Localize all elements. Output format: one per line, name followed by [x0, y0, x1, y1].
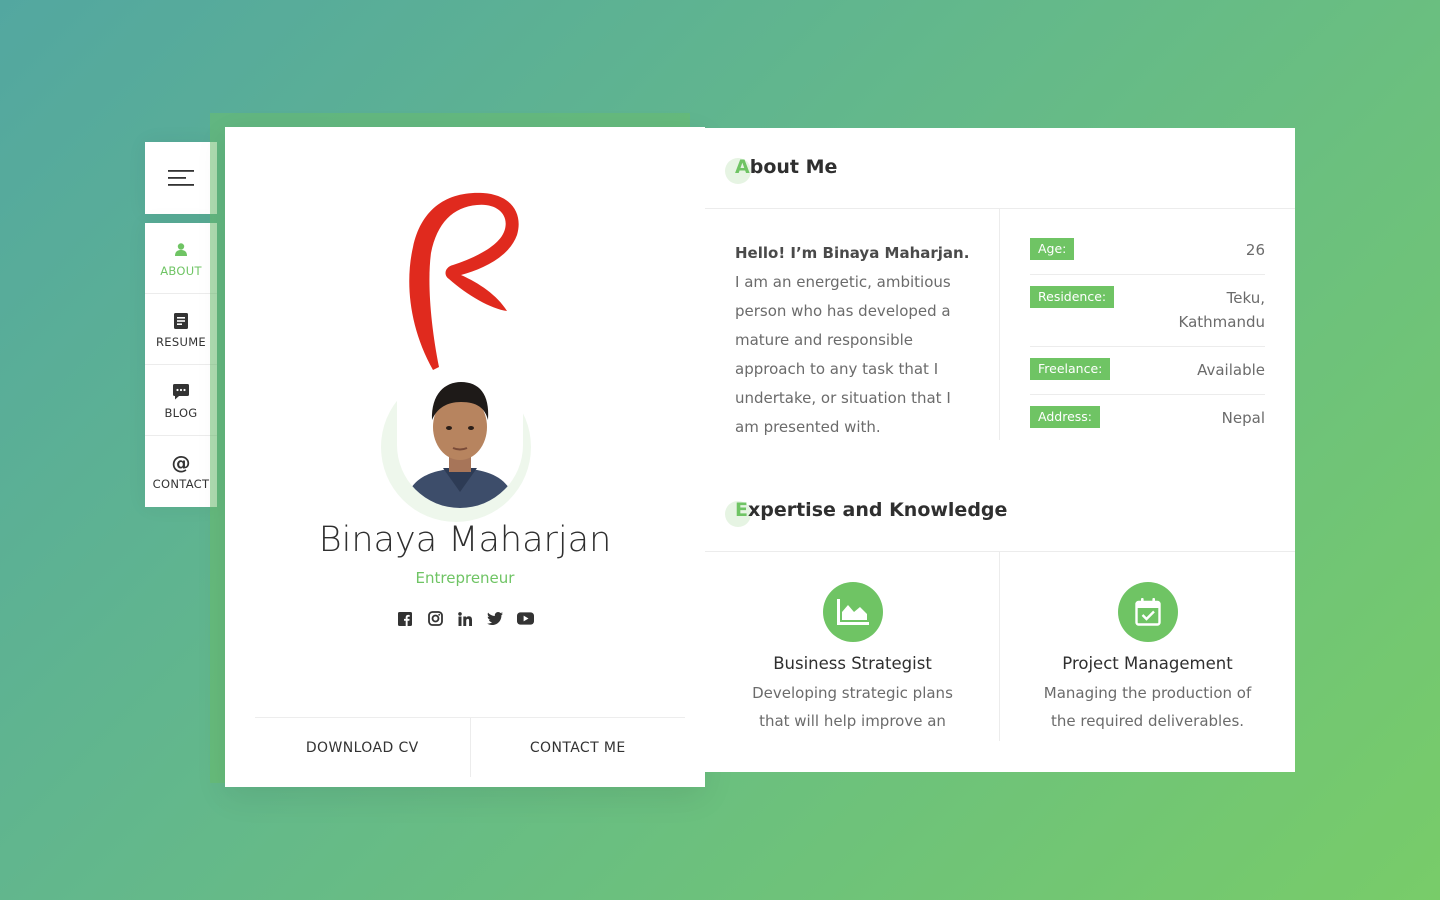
nav-label-contact: CONTACT — [152, 477, 210, 491]
social-links — [225, 610, 705, 627]
nav-item-blog[interactable]: BLOG — [145, 365, 217, 436]
avatar — [397, 372, 523, 508]
info-row: Freelance: Available — [1030, 358, 1265, 395]
divider — [705, 208, 1295, 209]
info-label: Address: — [1030, 406, 1100, 428]
twitter-icon[interactable] — [487, 610, 504, 627]
about-title-rest: bout Me — [749, 156, 838, 178]
about-panel: About Me Hello! I’m Binaya Maharjan. I a… — [705, 128, 1295, 772]
calendar-check-icon — [1117, 582, 1178, 642]
menu-toggle-button[interactable] — [145, 142, 217, 214]
side-nav: ABOUT RESUME BLOG @ CONTACT — [145, 223, 217, 507]
info-row: Address: Nepal — [1030, 406, 1265, 442]
instagram-icon[interactable] — [427, 610, 444, 627]
expertise-title-first-letter: E — [735, 499, 748, 521]
expertise-title-rest: xpertise and Knowledge — [747, 499, 1008, 521]
info-value: Teku, Kathmandu — [1178, 289, 1266, 331]
info-label: Residence: — [1030, 286, 1115, 308]
expertise-title: Business Strategist — [773, 654, 932, 673]
profile-role: Entrepreneur — [415, 569, 515, 587]
document-icon — [174, 310, 188, 332]
info-list: Age: 26 Residence: Teku, Kathmandu Freel… — [1030, 238, 1265, 453]
profile-name: Binaya Maharjan — [318, 520, 612, 560]
info-value: Available — [1197, 361, 1265, 379]
download-cv-button[interactable]: DOWNLOAD CV — [255, 718, 471, 777]
about-hello: Hello! I’m Binaya Maharjan. — [735, 244, 970, 262]
nav-label-blog: BLOG — [164, 405, 198, 420]
nav-label-about: ABOUT — [160, 263, 202, 278]
expertise-title: Project Management — [1062, 654, 1233, 673]
divider — [705, 551, 1295, 552]
linkedin-icon[interactable] — [457, 610, 474, 627]
youtube-icon[interactable] — [516, 610, 534, 627]
about-title-first-letter: A — [735, 156, 750, 178]
info-label: Freelance: — [1030, 358, 1111, 380]
info-value: 26 — [1245, 241, 1265, 259]
nav-item-contact[interactable]: @ CONTACT — [145, 436, 217, 507]
at-icon: @ — [171, 452, 191, 474]
info-row: Residence: Teku, Kathmandu — [1030, 286, 1265, 347]
facebook-icon[interactable] — [397, 610, 414, 627]
expertise-description: Developing strategic plans that will hel… — [752, 684, 953, 730]
column-divider — [999, 208, 1000, 440]
about-section-title: About Me — [725, 156, 838, 184]
info-value: Nepal — [1221, 409, 1265, 427]
chart-area-icon — [822, 582, 883, 642]
expertise-description: Managing the production of the required … — [1043, 684, 1252, 730]
hamburger-icon — [168, 170, 194, 186]
about-description: I am an energetic, ambitious person who … — [735, 273, 951, 436]
expertise-section-title: Expertise and Knowledge — [725, 499, 1008, 527]
info-label: Age: — [1030, 238, 1075, 260]
profile-card: Binaya Maharjan Entrepreneur DOWNLOAD CV… — [225, 127, 705, 787]
nav-item-resume[interactable]: RESUME — [145, 294, 217, 365]
chat-icon — [173, 381, 189, 403]
user-icon — [175, 239, 187, 261]
expertise-item: Project Management Managing the producti… — [1000, 582, 1295, 735]
contact-me-button[interactable]: CONTACT ME — [471, 718, 686, 777]
brand-logo — [409, 192, 519, 370]
info-row: Age: 26 — [1030, 238, 1265, 275]
card-actions: DOWNLOAD CV CONTACT ME — [255, 717, 685, 777]
nav-label-resume: RESUME — [156, 334, 206, 349]
about-text: Hello! I’m Binaya Maharjan. I am an ener… — [735, 239, 975, 442]
nav-item-about[interactable]: ABOUT — [145, 223, 217, 294]
expertise-item: Business Strategist Developing strategic… — [705, 582, 1000, 735]
